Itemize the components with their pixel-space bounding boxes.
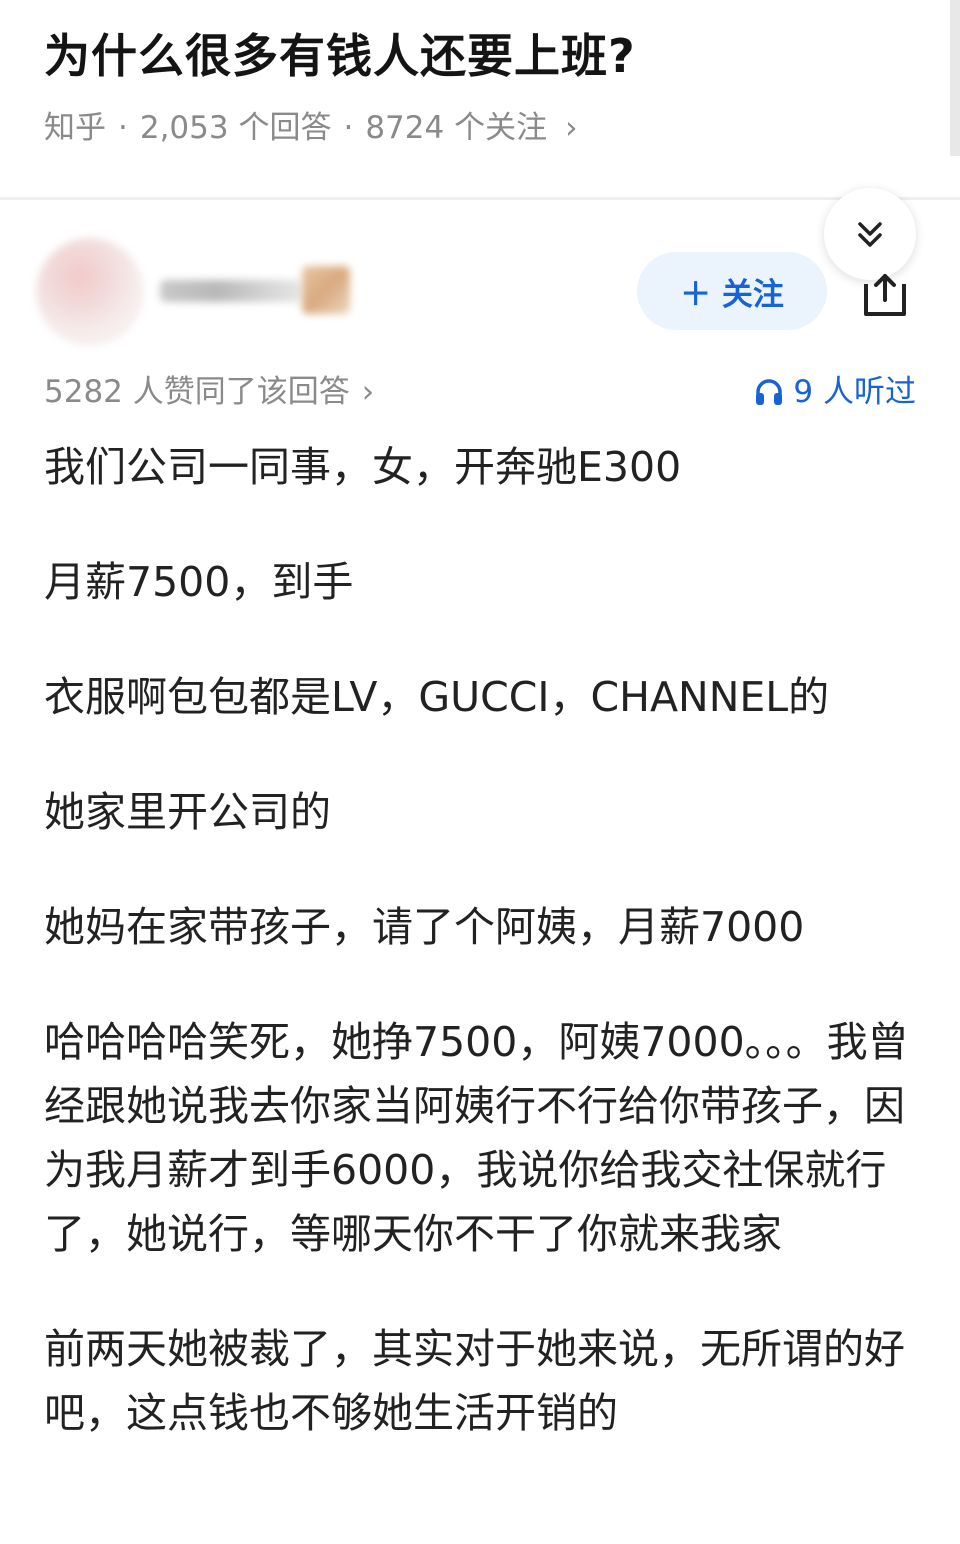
answer-paragraph: 她妈在家带孩子，请了个阿姨，月薪7000 <box>44 903 805 951</box>
divider <box>0 197 960 200</box>
approval-count[interactable]: 5282 人赞同了该回答 › <box>44 370 374 414</box>
answer-paragraph: 我们公司一同事，女，开奔驰E300 <box>44 443 682 491</box>
headphones-icon <box>756 379 783 405</box>
listen-count-label: 9 人听过 <box>793 374 916 410</box>
avatar[interactable] <box>36 238 144 346</box>
answer-paragraph: 她家里开公司的 <box>44 788 331 836</box>
chevron-right-icon: › <box>565 110 578 146</box>
follower-count: 8724 个关注 <box>365 110 548 146</box>
question-header: 为什么很多有钱人还要上班? 知乎 · 2,053 个回答 · 8724 个关注 › <box>44 22 924 150</box>
approval-label: 5282 人赞同了该回答 <box>44 374 350 410</box>
answer-count: 2,053 个回答 <box>139 110 332 146</box>
meta-separator: · <box>118 110 128 146</box>
answer-paragraph: 哈哈哈哈笑死，她挣7500，阿姨7000。。。我曾经跟她说我去你家当阿姨行不行给… <box>44 1018 909 1258</box>
share-icon[interactable] <box>860 270 910 320</box>
meta-separator: · <box>343 110 354 146</box>
answer-paragraph: 月薪7500，到手 <box>44 558 354 606</box>
follow-button[interactable]: ＋ 关注 <box>637 252 827 330</box>
answer-paragraph: 衣服啊包包都是LV，GUCCI，CHANNEL的 <box>44 673 830 721</box>
scrollbar[interactable] <box>950 0 960 156</box>
question-meta[interactable]: 知乎 · 2,053 个回答 · 8724 个关注 › <box>44 106 924 150</box>
username[interactable] <box>160 280 302 302</box>
chevron-double-down-icon <box>858 222 882 247</box>
chevron-right-icon: › <box>361 374 375 410</box>
answer-body: 我们公司一同事，女，开奔驰E300 月薪7500，到手 衣服啊包包都是LV，GU… <box>44 435 920 1445</box>
question-title[interactable]: 为什么很多有钱人还要上班? <box>44 22 924 90</box>
answer-paragraph: 前两天她被裁了，其实对于她来说，无所谓的好吧，这点钱也不够她生活开销的 <box>44 1325 905 1437</box>
collapse-button[interactable] <box>824 188 916 280</box>
user-badge <box>302 266 350 314</box>
source-label: 知乎 <box>44 110 106 146</box>
listen-count[interactable]: 9 人听过 <box>753 370 916 414</box>
